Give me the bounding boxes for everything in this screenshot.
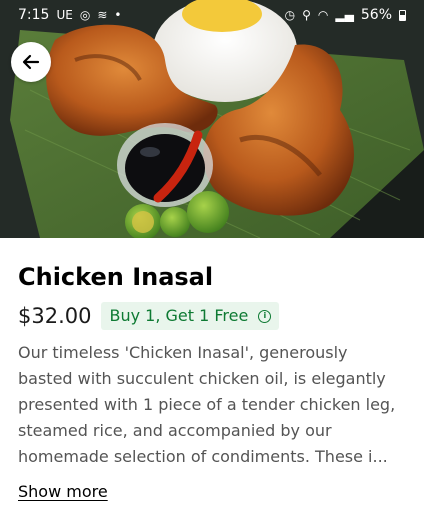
description-line: homemade selection of condiments. These …: [18, 447, 388, 466]
signal-waves-icon: ≋: [97, 8, 108, 22]
item-title: Chicken Inasal: [18, 263, 214, 291]
battery-percent: 56%: [360, 7, 392, 23]
back-button[interactable]: [11, 42, 51, 82]
arrow-left-icon: [22, 54, 40, 70]
battery-icon: [399, 9, 406, 21]
alarm-icon: ◷: [284, 8, 296, 22]
promo-badge[interactable]: Buy 1, Get 1 Free i: [101, 302, 280, 330]
status-bar: 7:15 UE ◎ ≋ • ◷ ⚲ ◠ ▂▄ 56%: [0, 0, 424, 30]
description-line: steamed rice, and accompanied by our: [18, 421, 332, 440]
dot-icon: •: [114, 8, 122, 22]
hero-image: 7:15 UE ◎ ≋ • ◷ ⚲ ◠ ▂▄ 56%: [0, 0, 424, 238]
info-icon[interactable]: i: [258, 309, 272, 323]
show-more-link[interactable]: Show more: [18, 482, 108, 501]
description-line: presented with 1 piece of a tender chick…: [18, 395, 396, 414]
wifi-icon: ◠: [317, 8, 329, 22]
promo-label: Buy 1, Get 1 Free: [109, 306, 249, 325]
description-line: basted with succulent chicken oil, is el…: [18, 369, 386, 388]
item-details: Chicken Inasal $32.00 Buy 1, Get 1 Free …: [18, 238, 410, 501]
ue-icon: UE: [56, 8, 73, 22]
price-row: $32.00 Buy 1, Get 1 Free i: [18, 301, 410, 331]
status-time: 7:15: [18, 7, 50, 23]
instagram-icon: ◎: [79, 8, 91, 22]
food-photo: [0, 0, 424, 238]
item-description: Our timeless 'Chicken Inasal', generousl…: [18, 340, 410, 470]
item-price: $32.00: [18, 304, 92, 328]
description-line: Our timeless 'Chicken Inasal', generousl…: [18, 343, 348, 362]
location-icon: ⚲: [302, 8, 311, 22]
cell-signal-icon: ▂▄: [335, 8, 354, 22]
